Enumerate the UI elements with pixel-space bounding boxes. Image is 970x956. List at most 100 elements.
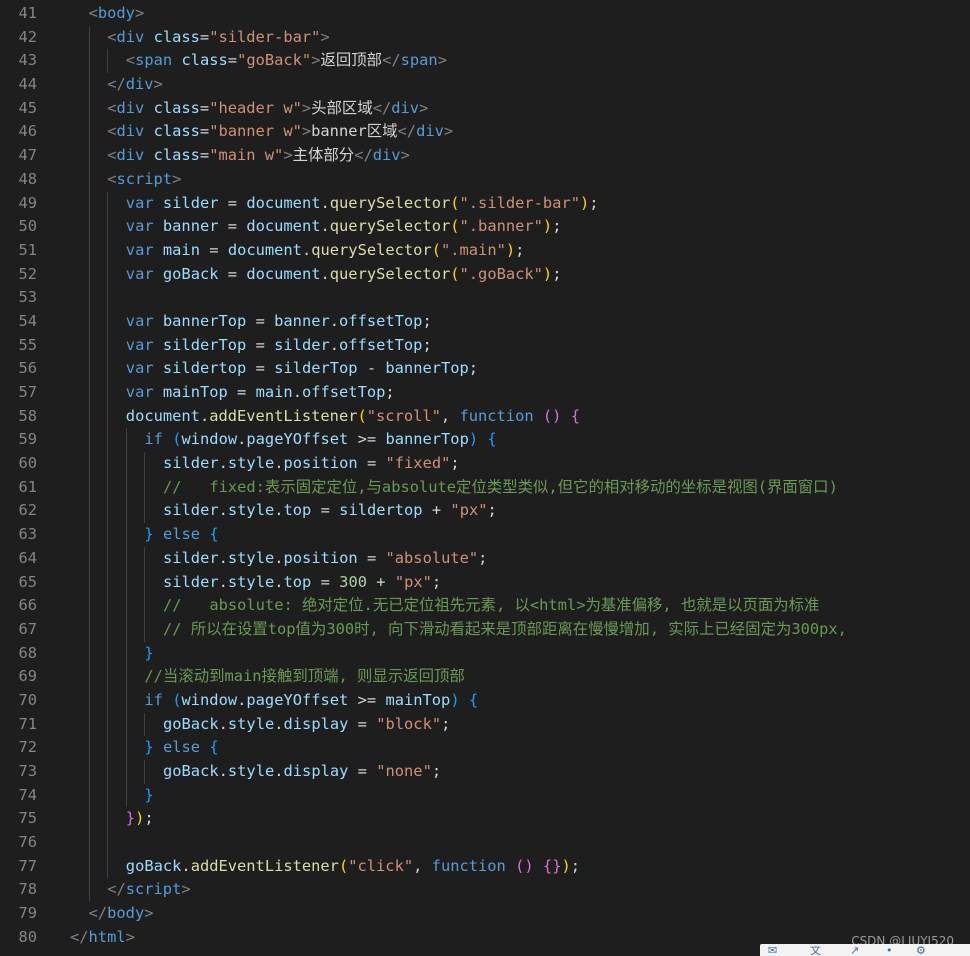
line-number: 71 (18, 714, 37, 733)
line-content: <script> (107, 169, 182, 188)
line-content: document.addEventListener("scroll", func… (125, 406, 580, 425)
indent-guide (88, 357, 90, 381)
line-content: goBack.addEventListener("click", functio… (125, 856, 581, 875)
code-line[interactable]: 51 var main = document.querySelector(".ma… (0, 238, 970, 263)
code-line[interactable]: 64 silder.style.position = "absolute"; (0, 546, 970, 571)
code-line[interactable]: 58 document.addEventListener("scroll", fu… (0, 404, 970, 429)
indent-guide (107, 807, 109, 832)
code-line[interactable]: 55 var silderTop = silder.offsetTop; (0, 333, 970, 358)
code-editor[interactable]: 41 <body> 42 <div class="silder-bar"> 43 <spa… (0, 0, 970, 956)
indent-guide (125, 688, 127, 713)
indent-guide (125, 665, 127, 689)
indent-guide (88, 760, 90, 784)
line-content: silder.style.top = 300 + "px"; (163, 572, 442, 591)
line-number: 79 (18, 904, 37, 923)
indent-guide (107, 831, 109, 855)
indent-guide (107, 475, 109, 500)
code-line[interactable]: 67 // 所以在设置top值为300时, 向下滑动看起来是顶部距离在慢慢增加, … (0, 617, 970, 642)
code-line[interactable]: 72} else { (0, 736, 970, 760)
code-line[interactable]: 53 (0, 286, 970, 310)
indent-guide (88, 333, 90, 358)
code-line[interactable]: 78 </script> (0, 878, 970, 903)
indent-guide (144, 594, 146, 618)
line-content: <div class="header w">头部区域</div> (107, 98, 429, 117)
line-number: 55 (18, 335, 37, 354)
dot-icon: • (886, 946, 893, 956)
indent-guide (125, 594, 127, 618)
line-number: 41 (18, 4, 37, 22)
line-number: 51 (18, 240, 37, 259)
indent-guide (88, 499, 90, 524)
code-line[interactable]: 71 goBack.style.display = "block"; (0, 712, 970, 737)
indent-guide (88, 428, 90, 453)
code-line[interactable]: 59 if (window.pageYOffset >= bannerTop) { (0, 428, 970, 453)
code-line[interactable]: 47 <div class="main w">主体部分</div> (0, 144, 970, 168)
line-number: 58 (18, 406, 37, 425)
code-line[interactable]: 62 silder.style.top = sildertop + "px"; (0, 499, 970, 524)
line-content: } (144, 643, 154, 662)
line-number: 46 (18, 122, 37, 141)
indent-guide (107, 428, 109, 453)
code-line[interactable]: 76 (0, 831, 970, 855)
code-line[interactable]: 50 var banner = document.querySelector(".… (0, 215, 970, 239)
code-line[interactable]: 68} (0, 641, 970, 666)
code-line[interactable]: 69 //当滚动到main接触到顶端, 则显示返回顶部 (0, 665, 970, 689)
line-content: } else { (144, 525, 219, 544)
code-line[interactable]: 74} (0, 783, 970, 808)
line-number: 59 (18, 430, 37, 449)
indent-guide (88, 191, 90, 216)
indent-guide (88, 452, 90, 476)
line-number: 57 (18, 383, 37, 401)
code-line[interactable]: 65 silder.style.top = 300 + "px"; (0, 570, 970, 595)
code-line[interactable]: 46 <div class="banner w">banner区域</div> (0, 120, 970, 145)
indent-guide (144, 760, 146, 784)
indent-guide (107, 49, 109, 74)
indent-guide (107, 641, 109, 666)
code-line[interactable]: 63} else { (0, 523, 970, 547)
code-line[interactable]: 56 var sildertop = silderTop - bannerTop; (0, 357, 970, 381)
code-line[interactable]: 57 var mainTop = main.offsetTop; (0, 381, 970, 405)
code-line[interactable]: 70 if (window.pageYOffset >= mainTop) { (0, 688, 970, 713)
taskbar-peek: ✉ 文 ↗ • ⚙ (760, 944, 970, 956)
code-line[interactable]: 54 var bannerTop = banner.offsetTop; (0, 309, 970, 334)
code-line[interactable]: 49 var silder = document.querySelector(".… (0, 191, 970, 216)
line-number: 44 (18, 75, 37, 94)
code-line[interactable]: 43 <span class="goBack">返回顶部</span> (0, 49, 970, 74)
indent-guide (125, 760, 127, 784)
indent-guide (107, 546, 109, 571)
indent-guide (107, 760, 109, 784)
line-content: goBack.style.display = "block"; (163, 714, 451, 733)
indent-guide (88, 807, 90, 832)
indent-guide (107, 665, 109, 689)
indent-guide (107, 617, 109, 642)
line-content: //当滚动到main接触到顶端, 则显示返回顶部 (144, 667, 465, 686)
code-line[interactable]: 41 <body> (0, 2, 970, 26)
line-content: // fixed:表示固定定位,与absolute定位类型类似,但它的相对移动的… (163, 477, 838, 496)
line-content: }); (125, 809, 154, 828)
line-number: 69 (18, 667, 37, 686)
code-line[interactable]: 79 </body> (0, 902, 970, 926)
indent-guide (88, 523, 90, 547)
indent-guide (125, 523, 127, 547)
line-number: 73 (18, 762, 37, 780)
code-line[interactable]: 45 <div class="header w">头部区域</div> (0, 96, 970, 121)
line-number: 43 (18, 51, 37, 70)
code-line[interactable]: 48 <script> (0, 167, 970, 192)
line-number: 75 (18, 809, 37, 828)
code-line[interactable]: 77 goBack.addEventListener("click", funct… (0, 854, 970, 879)
code-area[interactable]: 41 <body> 42 <div class="silder-bar"> 43 <spa… (0, 2, 970, 950)
indent-guide (107, 783, 109, 808)
code-line[interactable]: 73 goBack.style.display = "none"; (0, 760, 970, 784)
indent-guide (88, 570, 90, 595)
line-number: 78 (18, 880, 37, 899)
code-line[interactable]: 60 silder.style.position = "fixed"; (0, 452, 970, 476)
code-line[interactable]: 61 // fixed:表示固定定位,与absolute定位类型类似,但它的相对移… (0, 475, 970, 500)
indent-guide (88, 25, 90, 50)
code-line[interactable]: 44 </div> (0, 73, 970, 97)
line-content: silder.style.position = "absolute"; (163, 548, 488, 567)
line-content: } else { (144, 738, 219, 757)
code-line[interactable]: 66 // absolute: 绝对定位.无已定位祖先元素, 以<html>为基准… (0, 594, 970, 618)
code-line[interactable]: 52 var goBack = document.querySelector(".… (0, 262, 970, 287)
code-line[interactable]: 42 <div class="silder-bar"> (0, 25, 970, 50)
code-line[interactable]: 75}); (0, 807, 970, 832)
